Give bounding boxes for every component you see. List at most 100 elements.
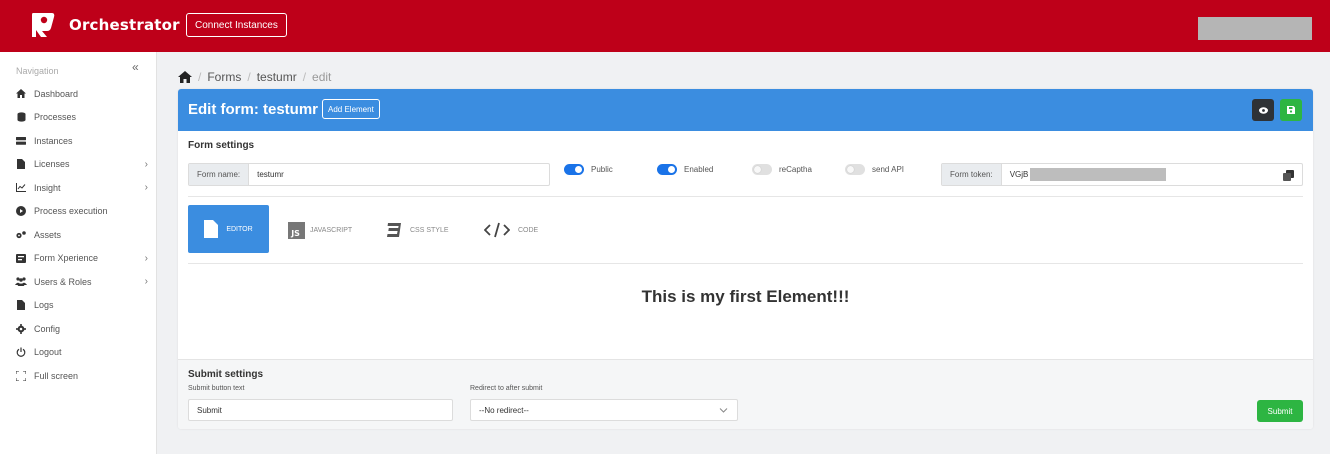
toggle-switch[interactable] <box>657 164 677 175</box>
gear-icon <box>14 323 28 334</box>
logo-icon <box>32 13 55 37</box>
sidebar-item-processes[interactable]: Processes <box>14 106 154 130</box>
file-icon <box>204 220 219 238</box>
sidebar-item-label: Form Xperience <box>34 253 99 264</box>
sidebar-item-dashboard[interactable]: Dashboard <box>14 82 154 106</box>
tab-label: EDITOR <box>226 225 253 233</box>
js-icon: JS <box>288 222 305 239</box>
form-token-label: Form token: <box>942 164 1002 185</box>
sidebar-item-label: Insight <box>34 182 61 193</box>
edit-form-card: Edit form: testumr Add Element Form sett… <box>178 89 1313 429</box>
sidebar-item-logout[interactable]: Logout <box>14 341 154 365</box>
tab-editor[interactable]: EDITOR <box>188 205 269 253</box>
toggle-enabled[interactable]: Enabled <box>657 164 713 175</box>
tab-javascript[interactable]: JS JAVASCRIPT <box>288 222 352 239</box>
home-icon <box>14 89 28 99</box>
sidebar-item-label: Instances <box>34 135 73 146</box>
redirect-selected: --No redirect-- <box>479 405 529 415</box>
form-icon <box>14 253 28 263</box>
sidebar-item-full-screen[interactable]: Full screen <box>14 364 154 388</box>
breadcrumb: / Forms / testumr / edit <box>178 70 331 84</box>
form-settings-title: Form settings <box>188 140 255 151</box>
redirect-label: Redirect to after submit <box>470 385 543 392</box>
server-icon <box>14 136 28 145</box>
page-title: Edit form: testumr <box>188 101 319 118</box>
sidebar-item-instances[interactable]: Instances <box>14 129 154 153</box>
sidebar-item-label: Full screen <box>34 370 79 381</box>
connect-instances-button[interactable]: Connect Instances <box>186 13 287 37</box>
tab-label: JAVASCRIPT <box>310 227 353 234</box>
top-bar: Orchestrator Connect Instances <box>0 0 1330 52</box>
token-redaction <box>1029 168 1166 181</box>
database-icon <box>14 112 28 122</box>
add-element-button[interactable]: Add Element <box>322 99 380 119</box>
form-name-group: Form name: testumr <box>188 163 550 186</box>
sidebar-item-config[interactable]: Config <box>14 317 154 341</box>
home-icon[interactable] <box>178 71 192 83</box>
breadcrumb-separator: / <box>198 70 202 84</box>
save-button[interactable] <box>1280 99 1302 121</box>
sidebar-item-label: Logout <box>34 347 62 358</box>
svg-text:JS: JS <box>290 229 300 238</box>
brand[interactable]: Orchestrator <box>30 11 180 39</box>
toggle-send-api[interactable]: send API <box>845 164 904 175</box>
toggle-switch[interactable] <box>564 164 584 175</box>
divider <box>188 263 1303 264</box>
submit-button[interactable]: Submit <box>1257 400 1303 422</box>
breadcrumb-separator: / <box>247 70 251 84</box>
breadcrumb-item-form[interactable]: testumr <box>257 70 297 84</box>
toggle-public[interactable]: Public <box>564 164 613 175</box>
sidebar-item-label: Dashboard <box>34 88 79 99</box>
sidebar-item-label: Assets <box>34 229 62 240</box>
sidebar-item-form-xperience[interactable]: Form Xperience › <box>14 247 154 271</box>
submit-settings: Submit settings Submit button text Submi… <box>178 359 1313 429</box>
form-preview-element[interactable]: This is my first Element!!! <box>178 287 1313 307</box>
breadcrumb-item-current: edit <box>312 70 332 84</box>
sidebar-item-process-execution[interactable]: Process execution <box>14 200 154 224</box>
sidebar-item-label: Config <box>34 323 61 334</box>
toggle-recaptcha[interactable]: reCaptha <box>752 164 812 175</box>
card-header: Edit form: testumr Add Element <box>178 89 1313 131</box>
copy-icon[interactable] <box>1283 170 1294 181</box>
toggle-label: Enabled <box>684 165 714 174</box>
play-icon <box>14 206 28 217</box>
tab-label: CODE <box>518 226 539 234</box>
form-name-input[interactable]: testumr <box>249 164 549 185</box>
sidebar-item-licenses[interactable]: Licenses › <box>14 153 154 177</box>
user-menu[interactable] <box>1198 17 1312 40</box>
nav-list: Dashboard Processes Instances Licenses ›… <box>14 82 154 388</box>
log-icon <box>14 300 28 311</box>
toggle-switch[interactable] <box>752 164 772 175</box>
submit-button-text-input[interactable]: Submit <box>188 399 453 421</box>
tab-code[interactable]: CODE <box>484 222 538 238</box>
preview-button[interactable] <box>1252 99 1274 121</box>
chevron-right-icon: › <box>144 276 148 287</box>
sidebar-item-logs[interactable]: Logs <box>14 294 154 318</box>
sidebar: Navigation « Dashboard Processes Instanc… <box>0 52 157 454</box>
fullscreen-icon <box>14 370 28 381</box>
form-token-value[interactable]: VGjB <box>1002 164 1302 185</box>
redirect-select[interactable]: --No redirect-- <box>470 399 738 421</box>
tab-css-style[interactable]: CSS STYLE <box>386 222 449 238</box>
collapse-sidebar-button[interactable]: « <box>132 60 139 74</box>
cogs-icon <box>14 230 28 239</box>
chevron-right-icon: › <box>144 252 148 264</box>
chevron-right-icon: › <box>144 158 148 170</box>
submit-settings-title: Submit settings <box>188 369 264 380</box>
sidebar-item-assets[interactable]: Assets <box>14 223 154 247</box>
sidebar-item-label: Licenses <box>34 159 70 170</box>
sidebar-item-label: Logs <box>34 300 54 311</box>
users-icon <box>14 277 28 287</box>
chevron-down-icon <box>719 408 728 413</box>
sidebar-item-insight[interactable]: Insight › <box>14 176 154 200</box>
sidebar-item-users-roles[interactable]: Users & Roles › <box>14 270 154 294</box>
token-text: VGjB <box>1009 170 1029 179</box>
code-icon <box>484 222 510 238</box>
toggle-switch[interactable] <box>845 164 865 175</box>
eye-icon <box>1258 106 1268 114</box>
chevron-right-icon: › <box>144 182 148 193</box>
toggle-label: reCaptha <box>779 165 812 174</box>
breadcrumb-item-forms[interactable]: Forms <box>207 70 241 84</box>
nav-title: Navigation <box>16 66 59 76</box>
chart-icon <box>14 183 28 193</box>
